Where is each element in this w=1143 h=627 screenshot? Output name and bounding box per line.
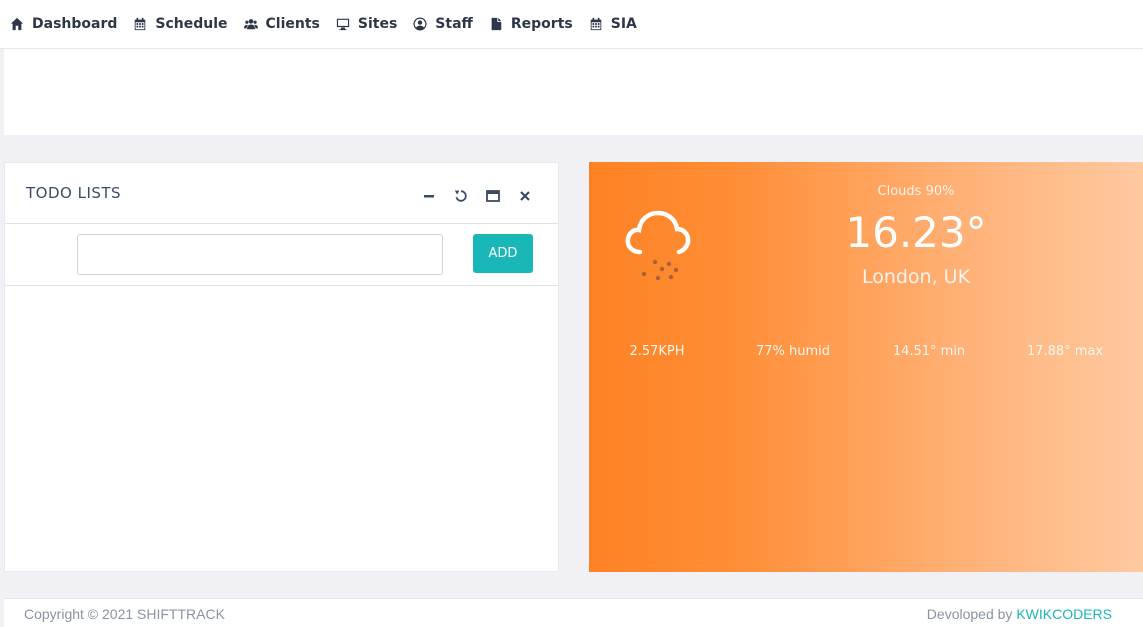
close-icon <box>520 191 530 201</box>
nav-clients[interactable]: Clients <box>243 12 320 36</box>
footer: Copyright © 2021 SHIFTTRACK Devoloped by… <box>4 598 1143 627</box>
nav-dashboard-label: Dashboard <box>32 16 118 32</box>
todo-card-header: TODO LISTS <box>5 163 558 224</box>
weather-wind: 2.57KPH <box>629 344 685 359</box>
add-button[interactable]: ADD <box>473 234 533 273</box>
weather-stats: 2.57KPH 77% humid 14.51° min 17.88° max <box>589 344 1143 359</box>
user-circle-icon <box>413 17 427 31</box>
header-band <box>4 49 1143 135</box>
monitor-icon <box>336 18 350 31</box>
nav-staff-label: Staff <box>435 16 473 32</box>
users-icon <box>243 19 258 30</box>
weather-description: Clouds 90% <box>877 184 955 199</box>
todo-title: TODO LISTS <box>26 184 122 202</box>
refresh-icon <box>454 190 467 202</box>
nav-sia[interactable]: SIA <box>589 12 637 36</box>
copyright-text: Copyright © 2021 SHIFTTRACK <box>24 606 225 622</box>
nav-reports-label: Reports <box>510 16 573 32</box>
todo-card: TODO LISTS ADD <box>4 162 559 572</box>
close-button[interactable] <box>515 187 535 205</box>
home-icon <box>10 17 24 31</box>
developer-link[interactable]: KWIKCODERS <box>1016 606 1112 622</box>
calendar-icon <box>135 17 146 31</box>
nav-dashboard[interactable]: Dashboard <box>10 12 117 36</box>
calendar-icon <box>590 17 601 31</box>
developed-by-prefix: Devoloped by <box>926 606 1017 622</box>
cloud-rain-icon <box>625 210 691 281</box>
maximize-button[interactable] <box>483 187 503 205</box>
weather-card: Clouds 90% 16.23° London, UK 2.57KPH 77%… <box>589 162 1143 572</box>
file-icon <box>491 17 502 31</box>
nav-clients-label: Clients <box>265 16 320 32</box>
weather-min-temp: 14.51° min <box>892 344 966 359</box>
nav-schedule-label: Schedule <box>155 16 228 32</box>
nav-sia-label: SIA <box>610 16 637 32</box>
nav-reports[interactable]: Reports <box>489 12 573 36</box>
weather-max-temp: 17.88° max <box>1026 344 1104 359</box>
top-navbar: Dashboard Schedule Clients Sites Staff R… <box>0 0 1143 49</box>
weather-location: London, UK <box>861 266 971 288</box>
maximize-icon <box>486 190 500 202</box>
weather-temperature: 16.23° <box>845 208 987 257</box>
nav-sites[interactable]: Sites <box>336 12 397 36</box>
developed-by: Devoloped by KWIKCODERS <box>927 606 1112 622</box>
nav-schedule[interactable]: Schedule <box>133 12 228 36</box>
nav-sites-label: Sites <box>357 16 398 32</box>
nav-staff[interactable]: Staff <box>413 12 473 36</box>
minimize-button[interactable] <box>419 187 439 205</box>
todo-form: ADD <box>5 224 558 286</box>
weather-humidity: 77% humid <box>755 344 831 359</box>
todo-input[interactable] <box>77 234 443 275</box>
refresh-button[interactable] <box>451 187 471 205</box>
card-tools <box>419 187 547 205</box>
minimize-icon <box>424 195 434 198</box>
